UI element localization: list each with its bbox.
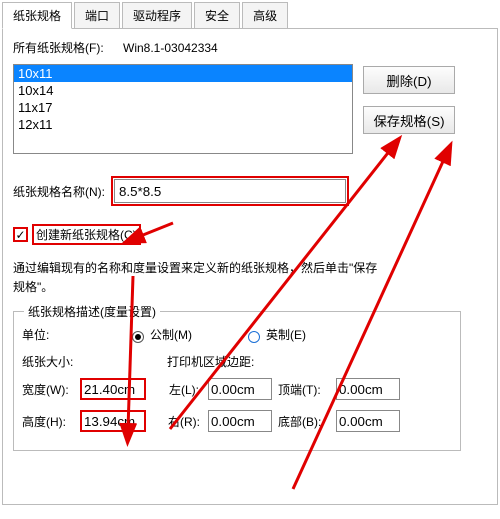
list-item[interactable]: 10x11 bbox=[14, 65, 352, 82]
form-description: 通过编辑现有的名称和度量设置来定义新的纸张规格，然后单击"保存规格"。 bbox=[13, 259, 383, 297]
units-label: 单位: bbox=[22, 326, 80, 343]
radio-english-label: 英制(E) bbox=[266, 326, 306, 343]
radio-metric-label: 公制(M) bbox=[150, 326, 192, 343]
top-label: 顶端(T): bbox=[278, 381, 336, 398]
left-input[interactable] bbox=[208, 378, 272, 400]
radio-metric[interactable] bbox=[132, 331, 144, 343]
paper-size-label: 纸张大小: bbox=[22, 353, 167, 370]
list-item[interactable]: 12x11 bbox=[14, 116, 352, 133]
height-label: 高度(H): bbox=[22, 413, 80, 430]
form-name-input[interactable] bbox=[114, 179, 346, 203]
forms-listbox[interactable]: 10x11 10x14 11x17 12x11 bbox=[13, 64, 353, 154]
print-area-label: 打印机区域边距: bbox=[167, 353, 254, 370]
all-forms-value: Win8.1-03042334 bbox=[123, 41, 218, 55]
all-forms-label: 所有纸张规格(F): bbox=[13, 39, 123, 56]
list-item[interactable]: 10x14 bbox=[14, 82, 352, 99]
form-name-label: 纸张规格名称(N): bbox=[13, 183, 105, 200]
tab-driver[interactable]: 驱动程序 bbox=[122, 2, 192, 28]
tab-security[interactable]: 安全 bbox=[194, 2, 240, 28]
bottom-label: 底部(B): bbox=[278, 413, 336, 430]
delete-button[interactable]: 删除(D) bbox=[363, 66, 455, 94]
tab-paper-format[interactable]: 纸张规格 bbox=[2, 2, 72, 29]
bottom-input[interactable] bbox=[336, 410, 400, 432]
top-input[interactable] bbox=[336, 378, 400, 400]
group-title: 纸张规格描述(度量设置) bbox=[24, 303, 160, 320]
width-label: 宽度(W): bbox=[22, 381, 80, 398]
tab-bar: 纸张规格 端口 驱动程序 安全 高级 bbox=[2, 2, 498, 29]
save-form-button[interactable]: 保存规格(S) bbox=[363, 106, 455, 134]
form-description-group: 纸张规格描述(度量设置) 单位: 公制(M) 英制(E) 纸张大小: 打印机区域… bbox=[13, 311, 461, 451]
tab-pane: 所有纸张规格(F): Win8.1-03042334 10x11 10x14 1… bbox=[2, 29, 498, 505]
list-item[interactable]: 11x17 bbox=[14, 99, 352, 116]
width-input[interactable] bbox=[80, 378, 146, 400]
radio-english[interactable] bbox=[248, 331, 260, 343]
height-input[interactable] bbox=[80, 410, 146, 432]
tab-port[interactable]: 端口 bbox=[74, 2, 120, 28]
left-label: 左(L): bbox=[160, 381, 208, 398]
right-input[interactable] bbox=[208, 410, 272, 432]
right-label: 右(R): bbox=[160, 413, 208, 430]
create-new-checkbox[interactable]: ✓ bbox=[13, 227, 28, 242]
tab-advanced[interactable]: 高级 bbox=[242, 2, 288, 28]
create-new-label: 创建新纸张规格(C) bbox=[32, 224, 141, 245]
